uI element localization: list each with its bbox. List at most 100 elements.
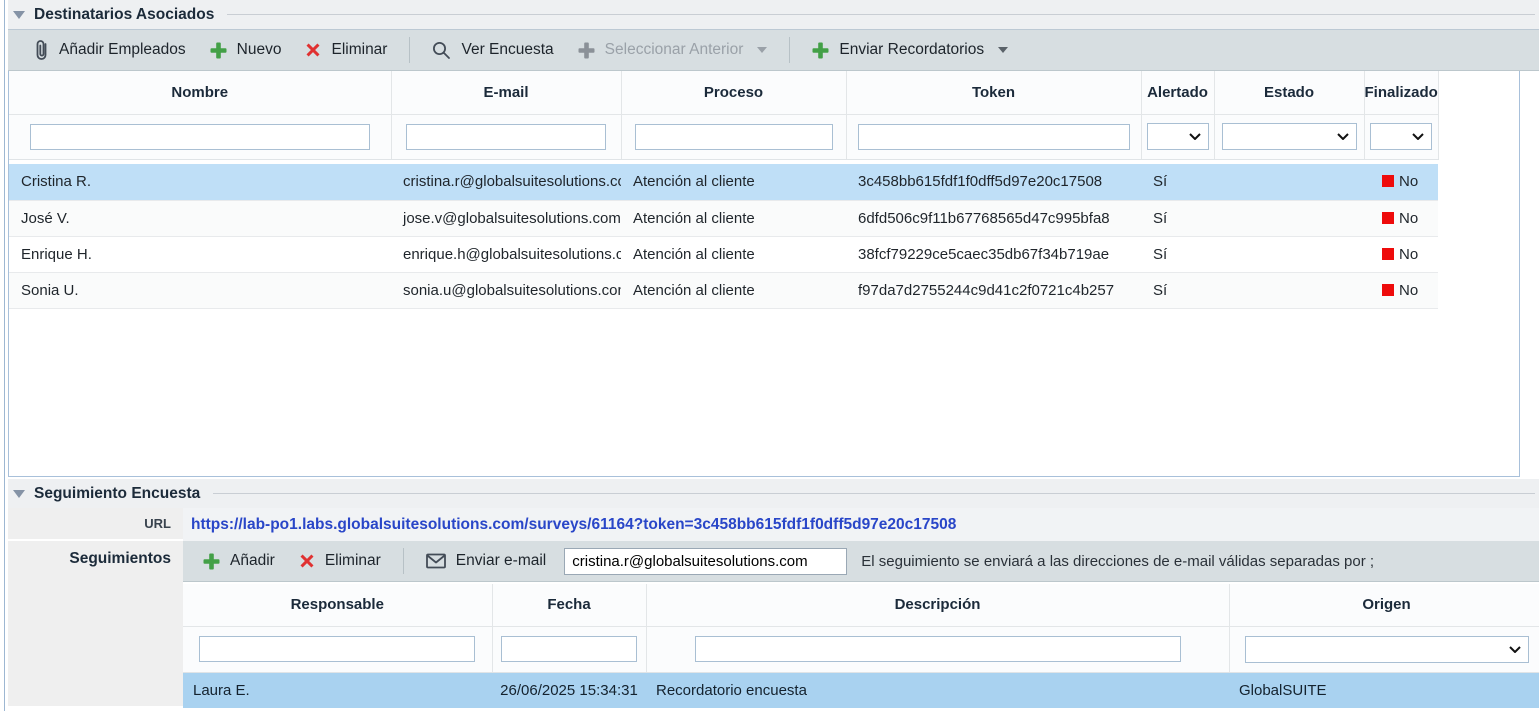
toolbar-separator xyxy=(409,37,410,63)
cell-alertado: Sí xyxy=(1141,272,1214,308)
seguimiento-header: Seguimiento Encuesta xyxy=(8,479,1539,508)
fecha-filter-input[interactable] xyxy=(501,636,637,662)
descripcion-filter-input[interactable] xyxy=(695,636,1181,662)
cell-proceso: Atención al cliente xyxy=(621,164,846,200)
header-row: Responsable Fecha Descripción Origen xyxy=(183,584,1539,626)
new-button[interactable]: Nuevo xyxy=(198,41,294,59)
col-descripcion[interactable]: Descripción xyxy=(646,584,1229,626)
col-responsable[interactable]: Responsable xyxy=(183,584,492,626)
cell-alertado: Sí xyxy=(1141,200,1214,236)
seguimientos-row: Seguimientos Añadir Eliminar xyxy=(8,541,1539,708)
plus-icon xyxy=(203,553,220,570)
paperclip-icon xyxy=(34,39,49,61)
email-filter-input[interactable] xyxy=(406,124,606,150)
cell-nombre: Sonia U. xyxy=(9,272,391,308)
email-helper-text: El seguimiento se enviará a las direccio… xyxy=(861,553,1374,570)
send-reminders-button[interactable]: Enviar Recordatorios xyxy=(800,41,1020,59)
plus-icon-disabled xyxy=(578,42,595,59)
collapse-icon[interactable] xyxy=(13,490,25,498)
table-row[interactable]: José V. jose.v@globalsuitesolutions.com … xyxy=(9,200,1438,236)
cell-token: 3c458bb615fdf1f0dff5d97e20c17508 xyxy=(846,164,1141,200)
x-icon xyxy=(299,553,315,569)
col-nombre[interactable]: Nombre xyxy=(9,71,391,114)
new-label: Nuevo xyxy=(237,41,282,59)
table-row[interactable]: Laura E. 26/06/2025 15:34:31 Recordatori… xyxy=(183,672,1539,708)
cell-email: jose.v@globalsuitesolutions.com xyxy=(391,200,621,236)
seguimientos-table: Responsable Fecha Descripción Origen Lau… xyxy=(183,584,1539,708)
cell-proceso: Atención al cliente xyxy=(621,272,846,308)
email-field[interactable] xyxy=(564,548,847,575)
responsable-filter-input[interactable] xyxy=(199,636,475,662)
view-survey-button[interactable]: Ver Encuesta xyxy=(420,41,565,60)
delete-button[interactable]: Eliminar xyxy=(293,41,399,59)
collapse-icon[interactable] xyxy=(13,11,25,19)
section-title: Destinatarios Asociados xyxy=(34,6,214,24)
add-followup-label: Añadir xyxy=(230,552,275,570)
send-email-button[interactable]: Enviar e-mail xyxy=(414,552,558,570)
page: Destinatarios Asociados Añadir Empleados… xyxy=(4,0,1539,711)
destinatarios-header: Destinatarios Asociados xyxy=(8,0,1539,29)
cell-origen: GlobalSUITE xyxy=(1229,672,1539,708)
envelope-icon xyxy=(426,553,446,569)
cell-nombre: Cristina R. xyxy=(9,164,391,200)
cell-estado xyxy=(1214,272,1364,308)
toolbar-separator xyxy=(789,37,790,63)
send-reminders-label: Enviar Recordatorios xyxy=(839,41,984,59)
cell-email: enrique.h@globalsuitesolutions.com xyxy=(391,236,621,272)
cell-email: cristina.r@globalsuitesolutions.com xyxy=(391,164,621,200)
nombre-filter-input[interactable] xyxy=(30,124,370,150)
status-red-square xyxy=(1382,284,1394,296)
cell-finalizado: No xyxy=(1364,200,1438,236)
col-email[interactable]: E-mail xyxy=(391,71,621,114)
select-previous-button[interactable]: Seleccionar Anterior xyxy=(566,41,780,59)
cell-finalizado: No xyxy=(1364,164,1438,200)
search-icon xyxy=(432,41,451,60)
delete-followup-label: Eliminar xyxy=(325,552,381,570)
seguimientos-toolbar: Añadir Eliminar Enviar e-mail xyxy=(183,541,1539,582)
cell-email: sonia.u@globalsuitesolutions.com xyxy=(391,272,621,308)
col-alertado[interactable]: Alertado xyxy=(1141,71,1214,114)
url-content: https://lab-po1.labs.globalsuitesolution… xyxy=(183,508,1539,541)
alertado-filter-select[interactable] xyxy=(1147,123,1209,150)
finalizado-filter-select[interactable] xyxy=(1370,123,1432,150)
destinatarios-table: Nombre E-mail Proceso Token Alertado Est… xyxy=(9,71,1439,309)
header-row: Nombre E-mail Proceso Token Alertado Est… xyxy=(9,71,1438,114)
plus-icon xyxy=(210,42,227,59)
survey-url-link[interactable]: https://lab-po1.labs.globalsuitesolution… xyxy=(191,516,956,534)
add-followup-button[interactable]: Añadir xyxy=(191,552,287,570)
col-proceso[interactable]: Proceso xyxy=(621,71,846,114)
table-row[interactable]: Sonia U. sonia.u@globalsuitesolutions.co… xyxy=(9,272,1438,308)
estado-filter-select[interactable] xyxy=(1222,123,1357,150)
cell-alertado: Sí xyxy=(1141,236,1214,272)
section-title: Seguimiento Encuesta xyxy=(34,485,200,503)
select-previous-label: Seleccionar Anterior xyxy=(605,41,744,59)
cell-proceso: Atención al cliente xyxy=(621,200,846,236)
table-row[interactable]: Enrique H. enrique.h@globalsuitesolution… xyxy=(9,236,1438,272)
token-filter-input[interactable] xyxy=(858,124,1130,150)
legend-line xyxy=(227,14,1535,15)
col-origen[interactable]: Origen xyxy=(1229,584,1539,626)
col-token[interactable]: Token xyxy=(846,71,1141,114)
send-email-label: Enviar e-mail xyxy=(456,552,546,570)
cell-fecha: 26/06/2025 15:34:31 xyxy=(492,672,646,708)
toolbar-separator xyxy=(403,548,404,574)
col-finalizado[interactable]: Finalizado xyxy=(1364,71,1438,114)
destinatarios-section: Destinatarios Asociados Añadir Empleados… xyxy=(8,0,1539,477)
origen-filter-select[interactable] xyxy=(1245,636,1529,663)
destinatarios-table-panel: Nombre E-mail Proceso Token Alertado Est… xyxy=(8,71,1520,477)
cell-token: 38fcf79229ce5caec35db67f34b719ae xyxy=(846,236,1141,272)
table-row[interactable]: Cristina R. cristina.r@globalsuitesoluti… xyxy=(9,164,1438,200)
proceso-filter-input[interactable] xyxy=(635,124,833,150)
delete-followup-button[interactable]: Eliminar xyxy=(287,552,393,570)
add-employees-button[interactable]: Añadir Empleados xyxy=(22,39,198,61)
cell-estado xyxy=(1214,200,1364,236)
status-red-square xyxy=(1382,212,1394,224)
cell-estado xyxy=(1214,164,1364,200)
url-label: URL xyxy=(8,508,183,541)
col-fecha[interactable]: Fecha xyxy=(492,584,646,626)
cell-proceso: Atención al cliente xyxy=(621,236,846,272)
col-estado[interactable]: Estado xyxy=(1214,71,1364,114)
add-employees-label: Añadir Empleados xyxy=(59,41,186,59)
delete-label: Eliminar xyxy=(331,41,387,59)
chevron-down-icon xyxy=(998,47,1008,53)
